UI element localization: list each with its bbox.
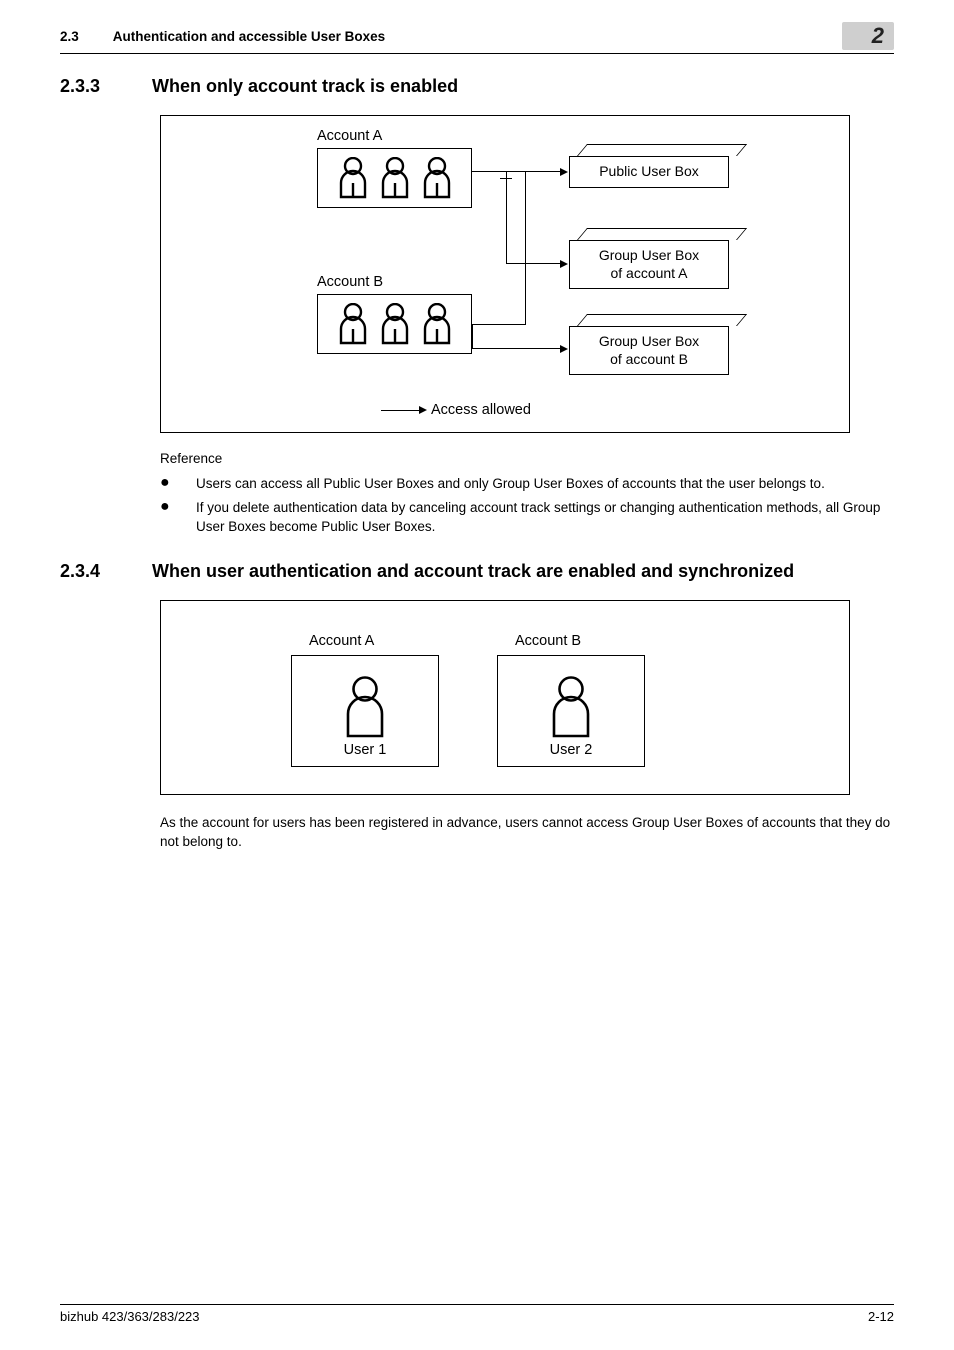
section-2-3-3-heading: 2.3.3 When only account track is enabled — [60, 76, 894, 97]
label-account-b: Account B — [317, 274, 383, 290]
person-icon — [337, 157, 369, 199]
person-icon — [421, 157, 453, 199]
person-icon — [549, 676, 593, 738]
section-2-3-4-heading: 2.3.4 When user authentication and accou… — [60, 561, 894, 582]
chapter-badge: 2 — [842, 22, 894, 50]
label-account-a: Account A — [309, 633, 374, 649]
group-user-box-a: Group User Box of account A — [569, 228, 729, 289]
page-footer: bizhub 423/363/283/223 2-12 — [60, 1304, 894, 1324]
section-number: 2.3.3 — [60, 76, 120, 97]
diagram-user-auth-sync: Account A User 1 Account B User 2 — [160, 600, 850, 795]
user1-label: User 1 — [344, 742, 387, 758]
account-b-box — [317, 294, 472, 354]
account-a-box — [317, 148, 472, 208]
group-user-box-a-line1: Group User Box — [599, 247, 699, 263]
page-header: 2.3 Authentication and accessible User B… — [60, 22, 894, 54]
paragraph-sync-explain: As the account for users has been regist… — [160, 813, 894, 852]
person-icon — [343, 676, 387, 738]
legend-access-allowed: Access allowed — [381, 402, 531, 418]
person-icon — [337, 303, 369, 345]
account-b-userbox: User 2 — [497, 655, 645, 767]
reference-heading: Reference — [160, 451, 894, 466]
reference-list: ●Users can access all Public User Boxes … — [160, 474, 894, 537]
group-user-box-b-line1: Group User Box — [599, 333, 699, 349]
footer-page: 2-12 — [868, 1309, 894, 1324]
legend-label: Access allowed — [431, 402, 531, 418]
section-title: When only account track is enabled — [152, 76, 458, 97]
person-icon — [379, 157, 411, 199]
group-user-box-b: Group User Box of account B — [569, 314, 729, 375]
group-user-box-a-line2: of account A — [610, 265, 687, 281]
section-number: 2.3.4 — [60, 561, 120, 582]
reference-item: ●Users can access all Public User Boxes … — [160, 474, 894, 494]
header-section-title: Authentication and accessible User Boxes — [113, 29, 385, 44]
public-user-box: Public User Box — [569, 144, 729, 188]
label-account-b: Account B — [515, 633, 581, 649]
account-a-userbox: User 1 — [291, 655, 439, 767]
arrow-icon — [381, 410, 425, 411]
footer-model: bizhub 423/363/283/223 — [60, 1309, 200, 1324]
diagram-account-track: Account A Account B Public User Box G — [160, 115, 850, 433]
group-user-box-b-line2: of account B — [610, 351, 688, 367]
person-icon — [379, 303, 411, 345]
user2-label: User 2 — [550, 742, 593, 758]
label-account-a: Account A — [317, 128, 382, 144]
public-user-box-label: Public User Box — [569, 156, 729, 188]
section-title: When user authentication and account tra… — [152, 561, 794, 582]
reference-item: ●If you delete authentication data by ca… — [160, 498, 894, 537]
header-section-number: 2.3 — [60, 29, 79, 44]
person-icon — [421, 303, 453, 345]
